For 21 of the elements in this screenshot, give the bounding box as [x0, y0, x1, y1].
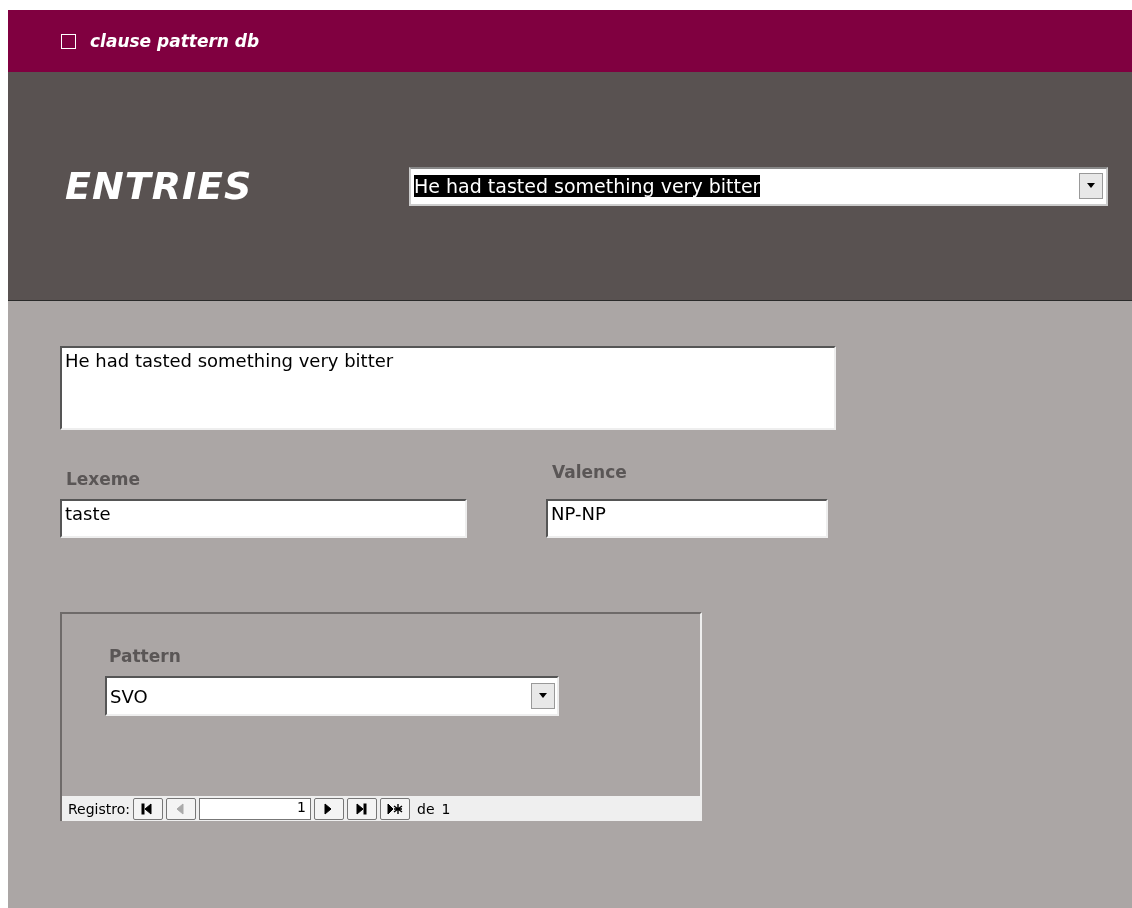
navigator-label: Registro:	[68, 800, 130, 817]
new-arrow-icon	[387, 801, 403, 816]
record-dropdown[interactable]: He had tasted something very bitter	[409, 166, 1108, 206]
sentence-field[interactable]: He had tasted something very bitter	[60, 346, 836, 430]
new-record-button[interactable]	[380, 797, 410, 820]
form-heading: ENTRIES	[65, 164, 254, 208]
pattern-dropdown[interactable]: SVO	[105, 676, 559, 716]
window-title: clause pattern db	[90, 31, 260, 51]
lexeme-field[interactable]: taste	[60, 499, 467, 538]
field-label: Lexeme	[65, 469, 142, 489]
record-number-field[interactable]: 1	[199, 797, 311, 820]
valence-field[interactable]: NP-NP	[546, 499, 828, 538]
form-icon	[61, 33, 76, 49]
last-arrow-icon	[354, 801, 370, 816]
next-record-button[interactable]	[314, 797, 344, 820]
of-label: de	[417, 800, 435, 817]
last-record-button[interactable]	[347, 797, 377, 820]
field-label: Valence	[551, 462, 628, 482]
first-record-button[interactable]	[133, 797, 163, 820]
record-count: 1	[441, 800, 451, 817]
field-label: Pattern	[108, 646, 182, 666]
